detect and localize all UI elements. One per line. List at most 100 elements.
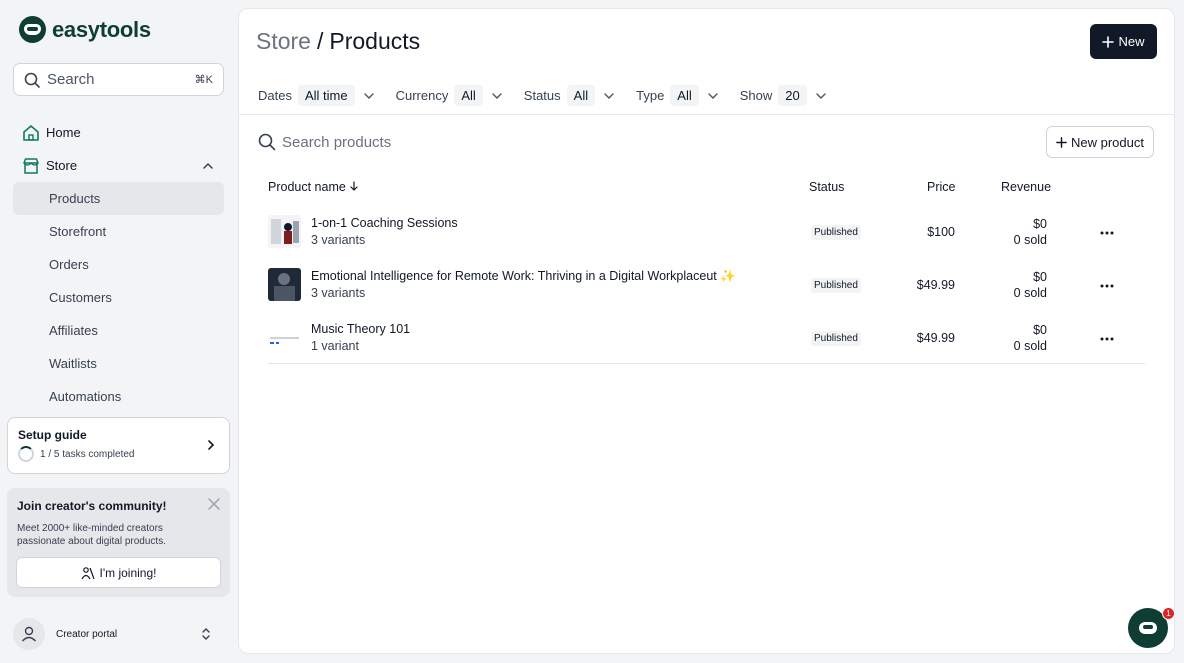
product-name[interactable]: 1-on-1 Coaching Sessions [311,216,458,230]
main-panel: Store / Products New Dates All time Curr… [238,8,1175,654]
sidebar-item-products[interactable]: Products [13,182,224,215]
column-header-status[interactable]: Status [809,180,844,194]
search-icon [258,133,276,151]
creator-portal-switcher[interactable]: Creator portal [13,617,224,651]
status-badge: Published [811,331,861,346]
filter-type[interactable]: Type All [636,85,719,106]
chevron-right-icon [208,440,215,450]
status-badge: Published [811,278,861,293]
more-options-icon[interactable] [1099,225,1115,241]
more-options-icon[interactable] [1099,278,1115,294]
product-variants: 3 variants [311,286,366,300]
table-row[interactable]: Music Theory 101 1 variant Published $49… [268,314,1145,367]
join-community-button[interactable]: I'm joining! [16,557,221,588]
new-button[interactable]: New [1090,24,1157,59]
sidebar-item-waitlists[interactable]: Waitlists [13,347,224,380]
chevron-down-icon [363,92,374,99]
sidebar-item-label: Home [46,125,81,140]
product-revenue: $0 0 sold [1014,322,1047,354]
table-bottom-border [268,363,1145,364]
sidebar-item-customers[interactable]: Customers [13,281,224,314]
sidebar-item-label: Automations [49,389,122,404]
chevron-up-icon[interactable] [202,160,214,172]
sidebar-item-home[interactable]: Home [13,116,224,149]
setup-guide-title: Setup guide [18,428,87,442]
revenue-amount: $0 [1033,323,1047,337]
brand-name: easytools [52,16,151,42]
column-header-price[interactable]: Price [927,180,955,194]
sidebar-item-automations[interactable]: Automations [13,380,224,413]
filter-label: Status [523,88,561,103]
divider [239,114,1174,115]
sidebar-item-store[interactable]: Store [13,149,224,182]
chat-bot-icon [1139,622,1157,634]
product-name[interactable]: Emotional Intelligence for Remote Work: … [311,269,736,284]
store-icon [23,157,39,174]
table-row[interactable]: 1-on-1 Coaching Sessions 3 variants Publ… [268,208,1145,261]
products-search-input[interactable]: Search products [258,133,391,151]
sidebar: easytools Search ⌘K Home Store Products … [0,0,237,663]
chevron-down-icon [604,92,614,99]
product-thumbnail [268,215,301,248]
setup-progress-text: 1 / 5 tasks completed [40,448,135,460]
community-card: Join creator's community! Meet 2000+ lik… [7,488,230,597]
filter-value: All [670,85,699,106]
column-label: Product name [268,180,346,194]
breadcrumb-separator: / [316,28,324,54]
sidebar-item-label: Waitlists [49,356,97,371]
sidebar-item-storefront[interactable]: Storefront [13,215,224,248]
sidebar-item-label: Store [46,158,78,173]
product-price: $49.99 [916,331,955,345]
sort-down-icon [350,181,358,191]
join-button-label: I'm joining! [99,565,157,580]
table-header: Product name Status Price Revenue [268,180,1148,196]
setup-guide-card[interactable]: Setup guide 1 / 5 tasks completed [7,417,230,474]
filter-show[interactable]: Show 20 [740,85,827,106]
column-header-revenue[interactable]: Revenue [1001,180,1051,194]
revenue-amount: $0 [1033,270,1047,284]
filter-value: All time [297,85,355,106]
new-product-button[interactable]: New product [1046,126,1154,158]
brand-logo[interactable]: easytools [19,16,151,43]
product-thumbnail [268,268,301,301]
sidebar-item-affiliates[interactable]: Affiliates [13,314,224,347]
sidebar-item-label: Customers [49,290,112,305]
column-header-name[interactable]: Product name [268,180,359,194]
community-title: Join creator's community! [17,499,167,513]
filter-label: Show [739,88,773,103]
product-revenue: $0 0 sold [1014,216,1047,248]
filter-dates[interactable]: Dates All time [258,85,375,106]
filter-label: Type [636,88,665,103]
progress-ring-icon [18,446,34,462]
sold-count: 0 sold [1013,286,1047,300]
filter-value: All [566,85,596,106]
more-options-icon[interactable] [1099,331,1115,347]
product-price: $100 [927,225,955,239]
sidebar-search-input[interactable]: Search ⌘K [13,63,224,96]
chevron-down-icon [708,92,718,99]
filter-status[interactable]: Status All [524,85,615,106]
sidebar-item-orders[interactable]: Orders [13,248,224,281]
new-product-label: New product [1071,134,1144,150]
filter-label: Dates [258,88,292,103]
chevron-updown-icon [202,628,210,640]
home-icon [23,124,39,141]
filter-label: Currency [395,88,449,103]
product-revenue: $0 0 sold [1014,269,1047,301]
product-price: $49.99 [916,278,955,292]
close-icon[interactable] [208,498,220,510]
community-icon [80,566,95,579]
plus-icon [1056,136,1067,148]
product-name[interactable]: Music Theory 101 [311,322,410,336]
products-search-placeholder: Search products [282,133,392,151]
product-variants: 1 variant [311,339,359,353]
breadcrumb: Store / Products [256,28,420,55]
table-row[interactable]: Emotional Intelligence for Remote Work: … [268,261,1145,314]
status-badge: Published [811,225,861,240]
filter-currency[interactable]: Currency All [396,85,503,106]
breadcrumb-store-link[interactable]: Store [256,28,311,55]
product-thumbnail [268,321,301,354]
chevron-down-icon [816,92,826,99]
community-description: Meet 2000+ like-minded creators passiona… [17,523,166,547]
user-icon [21,626,37,642]
